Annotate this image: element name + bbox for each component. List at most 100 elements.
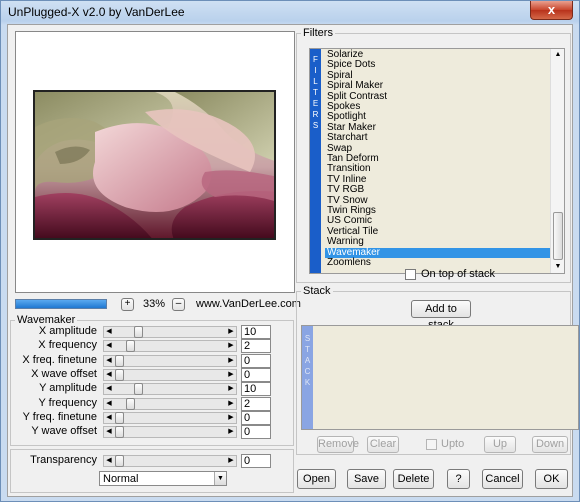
on-top-checkbox[interactable] bbox=[405, 269, 416, 280]
param-slider[interactable]: ◀ ▶ bbox=[103, 354, 237, 367]
param-label: X freq. finetune bbox=[22, 353, 97, 366]
slider-left-arrow-icon[interactable]: ◀ bbox=[104, 413, 114, 423]
zoom-in-button[interactable]: + bbox=[121, 298, 134, 311]
slider-left-arrow-icon[interactable]: ◀ bbox=[104, 370, 114, 380]
cancel-button[interactable]: Cancel bbox=[482, 469, 523, 489]
param-slider[interactable]: ◀ ▶ bbox=[103, 383, 237, 396]
tab-letter: R bbox=[312, 110, 319, 119]
slider-left-arrow-icon[interactable]: ◀ bbox=[104, 456, 114, 466]
website-link[interactable]: www.VanDerLee.com bbox=[196, 298, 301, 310]
param-row: Y frequency ◀ ▶ 2 bbox=[15, 396, 271, 411]
filter-list-item[interactable]: Transition bbox=[325, 164, 551, 174]
param-row: X amplitude ◀ ▶ 10 bbox=[15, 325, 271, 339]
filter-list-item[interactable]: Warning bbox=[325, 237, 551, 247]
param-slider[interactable]: ◀ ▶ bbox=[103, 397, 237, 410]
plugin-window: UnPlugged-X v2.0 by VanDerLee x + 33% – … bbox=[0, 0, 580, 502]
param-value[interactable]: 0 bbox=[241, 367, 271, 382]
down-button[interactable]: Down bbox=[532, 436, 568, 453]
slider-left-arrow-icon[interactable]: ◀ bbox=[104, 341, 114, 351]
slider-right-arrow-icon[interactable]: ▶ bbox=[226, 384, 236, 394]
slider-right-arrow-icon[interactable]: ▶ bbox=[226, 456, 236, 466]
param-label: X wave offset bbox=[31, 367, 97, 380]
param-value[interactable]: 10 bbox=[241, 325, 271, 339]
title-bar[interactable]: UnPlugged-X v2.0 by VanDerLee x bbox=[1, 1, 579, 23]
scroll-down-icon[interactable]: ▼ bbox=[552, 261, 564, 273]
slider-thumb[interactable] bbox=[115, 426, 124, 439]
param-value[interactable]: 2 bbox=[241, 396, 271, 411]
filter-list-item[interactable]: Starchart bbox=[325, 133, 551, 143]
preview-artwork bbox=[35, 92, 274, 238]
param-label: Y amplitude bbox=[39, 382, 97, 395]
param-slider[interactable]: ◀ ▶ bbox=[103, 340, 237, 353]
slider-thumb[interactable] bbox=[115, 455, 124, 467]
transparency-group: Transparency ◀ ▶ 0 Normal ▼ bbox=[10, 449, 294, 493]
stack-group-title: Stack bbox=[301, 285, 333, 297]
slider-thumb[interactable] bbox=[134, 326, 143, 338]
filter-list-scrollbar[interactable]: ▲ ▼ bbox=[550, 49, 564, 273]
slider-left-arrow-icon[interactable]: ◀ bbox=[104, 384, 114, 394]
slider-left-arrow-icon[interactable]: ◀ bbox=[104, 327, 114, 337]
stack-vertical-tab: STACK bbox=[302, 326, 313, 429]
filter-list-item[interactable]: Spice Dots bbox=[325, 60, 551, 70]
stack-group: Stack Add to stack STACK Remove Clear Up… bbox=[296, 285, 579, 455]
param-value[interactable]: 0 bbox=[241, 410, 271, 425]
filter-list[interactable]: FILTERS Solarize Spice Dots Spiral Spiral M… bbox=[309, 48, 565, 274]
scrollbar-thumb[interactable] bbox=[553, 212, 563, 260]
param-value[interactable]: 0 bbox=[241, 425, 271, 440]
slider-right-arrow-icon[interactable]: ▶ bbox=[226, 413, 236, 423]
delete-button[interactable]: Delete bbox=[393, 469, 434, 489]
slider-thumb[interactable] bbox=[115, 368, 124, 381]
slider-left-arrow-icon[interactable]: ◀ bbox=[104, 356, 114, 366]
slider-right-arrow-icon[interactable]: ▶ bbox=[226, 370, 236, 380]
preview-image[interactable] bbox=[33, 90, 276, 240]
add-to-stack-button[interactable]: Add to stack bbox=[411, 300, 471, 331]
param-value[interactable]: 2 bbox=[241, 339, 271, 354]
upto-checkbox[interactable] bbox=[426, 439, 437, 450]
zoom-value: 33% bbox=[143, 298, 166, 310]
stack-list[interactable]: STACK bbox=[301, 325, 579, 430]
up-button[interactable]: Up bbox=[484, 436, 516, 453]
transparency-slider[interactable]: ◀ ▶ bbox=[103, 455, 237, 467]
filter-list-item[interactable]: TV RGB bbox=[325, 185, 551, 195]
slider-thumb[interactable] bbox=[115, 411, 124, 424]
slider-thumb[interactable] bbox=[115, 354, 124, 367]
param-value[interactable]: 10 bbox=[241, 382, 271, 397]
param-label: Y frequency bbox=[38, 396, 97, 409]
slider-right-arrow-icon[interactable]: ▶ bbox=[226, 341, 236, 351]
param-slider[interactable]: ◀ ▶ bbox=[103, 426, 237, 439]
slider-thumb[interactable] bbox=[126, 397, 135, 410]
filters-group-title: Filters bbox=[301, 27, 335, 39]
tab-letter: T bbox=[305, 345, 310, 354]
chevron-down-icon[interactable]: ▼ bbox=[214, 472, 226, 485]
filter-list-item[interactable]: US Comic bbox=[325, 216, 551, 226]
param-slider[interactable]: ◀ ▶ bbox=[103, 411, 237, 424]
slider-right-arrow-icon[interactable]: ▶ bbox=[226, 427, 236, 437]
param-value[interactable]: 0 bbox=[241, 353, 271, 368]
filters-group: Filters FILTERS Solarize Spice Dots Spiral… bbox=[296, 27, 571, 283]
ok-button[interactable]: OK bbox=[535, 469, 568, 489]
blend-mode-select[interactable]: Normal ▼ bbox=[99, 471, 227, 486]
slider-right-arrow-icon[interactable]: ▶ bbox=[226, 399, 236, 409]
window-title: UnPlugged-X v2.0 by VanDerLee bbox=[8, 5, 185, 19]
slider-left-arrow-icon[interactable]: ◀ bbox=[104, 399, 114, 409]
filter-list-item[interactable]: Zoomlens bbox=[325, 258, 551, 268]
save-button[interactable]: Save bbox=[347, 469, 386, 489]
scroll-up-icon[interactable]: ▲ bbox=[552, 49, 564, 61]
clear-button[interactable]: Clear bbox=[367, 436, 399, 453]
param-slider[interactable]: ◀ ▶ bbox=[103, 326, 237, 338]
slider-right-arrow-icon[interactable]: ▶ bbox=[226, 327, 236, 337]
remove-button[interactable]: Remove bbox=[317, 436, 359, 453]
slider-thumb[interactable] bbox=[126, 340, 135, 353]
filter-list-item[interactable]: Spotlight bbox=[325, 112, 551, 122]
transparency-value[interactable]: 0 bbox=[241, 454, 271, 468]
slider-left-arrow-icon[interactable]: ◀ bbox=[104, 427, 114, 437]
slider-right-arrow-icon[interactable]: ▶ bbox=[226, 356, 236, 366]
slider-thumb[interactable] bbox=[134, 383, 143, 396]
param-slider[interactable]: ◀ ▶ bbox=[103, 368, 237, 381]
zoom-out-button[interactable]: – bbox=[172, 298, 185, 311]
help-button[interactable]: ? bbox=[447, 469, 470, 489]
filter-list-item[interactable]: Spiral Maker bbox=[325, 81, 551, 91]
open-button[interactable]: Open bbox=[297, 469, 336, 489]
close-button[interactable]: x bbox=[530, 1, 573, 20]
param-row: Y freq. finetune ◀ ▶ 0 bbox=[15, 410, 271, 425]
